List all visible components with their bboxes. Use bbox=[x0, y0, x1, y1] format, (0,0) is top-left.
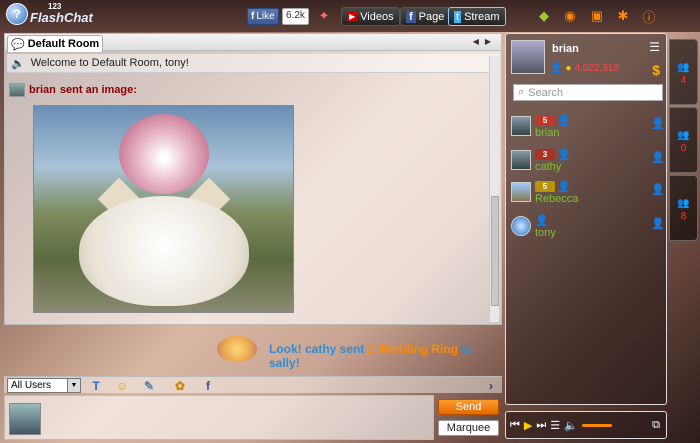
image-message-header: brian sent an image: bbox=[9, 83, 137, 97]
gear-icon[interactable]: ✱ bbox=[615, 8, 631, 24]
send-button[interactable]: Send bbox=[438, 399, 499, 415]
user-icon: 👤 bbox=[651, 218, 665, 230]
user-icon: 👤 bbox=[651, 118, 665, 130]
shared-image[interactable] bbox=[33, 105, 294, 313]
youtube-icon: ▶ bbox=[347, 12, 358, 21]
list-icon[interactable]: ☰ bbox=[649, 40, 660, 54]
text-format-icon[interactable]: T bbox=[88, 378, 104, 393]
list-item[interactable]: 3 👤 cathy 👤 bbox=[511, 148, 667, 176]
chat-panel: 💬 Default Room ◀▶ 🔈 Welcome to Default R… bbox=[4, 33, 502, 325]
facebook-icon: f bbox=[406, 10, 416, 23]
user-icon: 👤 bbox=[535, 214, 549, 227]
gift-icon[interactable]: ▣ bbox=[589, 8, 605, 24]
tab-rooms[interactable]: 👥 8 bbox=[669, 175, 698, 241]
chat-bubble-icon: 💬 bbox=[11, 38, 25, 51]
users-icon: 👥 bbox=[677, 62, 690, 73]
list-item[interactable]: 5 👤 brian 👤 bbox=[511, 114, 667, 142]
level-badge: 5 bbox=[535, 180, 555, 192]
chevron-down-icon[interactable]: ▼ bbox=[67, 379, 80, 392]
room-tab-bar: 💬 Default Room ◀▶ bbox=[5, 34, 501, 52]
tab-default-room[interactable]: 💬 Default Room bbox=[7, 35, 103, 52]
dollar-icon[interactable]: $ bbox=[652, 62, 660, 78]
logo-icon: ? bbox=[6, 3, 28, 25]
popout-icon[interactable]: ⧉ bbox=[652, 419, 660, 432]
message-input[interactable] bbox=[4, 395, 434, 440]
message-toolbar: All Users ▼ T ☺ ✎ ✿ f › bbox=[4, 376, 502, 393]
toolbar-arrow-icon[interactable]: › bbox=[483, 378, 499, 393]
side-tabs: 👥 4 👥 0 👥 8 bbox=[669, 33, 698, 243]
playlist-icon[interactable]: ☰ bbox=[550, 419, 560, 432]
list-item[interactable]: 5 👤 Rebecca 👤 bbox=[511, 180, 667, 208]
user-icon: 👤 bbox=[557, 148, 571, 161]
user-icon: 👤 bbox=[651, 184, 665, 196]
videos-button[interactable]: ▶ Videos bbox=[341, 7, 400, 26]
emoticon-icon[interactable]: ☺ bbox=[114, 378, 130, 393]
facebook-like-button[interactable]: f Like bbox=[247, 8, 279, 25]
user-panel: brian ☰ 👤 ● 4,022,319 $ ⌕ Search 5 👤 bri… bbox=[505, 33, 667, 405]
avatar[interactable] bbox=[511, 40, 545, 74]
search-icon: ⌕ bbox=[518, 86, 525, 98]
wedding-ring-icon bbox=[217, 336, 257, 362]
avatar bbox=[511, 216, 531, 236]
next-icon[interactable]: ⏭ bbox=[536, 419, 546, 432]
user-icon: 👤 bbox=[557, 180, 571, 193]
gift-announcement: Look! cathy sent 1 Wedding Ring to sally… bbox=[4, 331, 502, 371]
level-badge: 3 bbox=[535, 148, 555, 160]
webcam-icon[interactable]: ◉ bbox=[562, 8, 578, 24]
rose-figure bbox=[119, 114, 209, 194]
marquee-button[interactable]: Marquee bbox=[438, 420, 499, 436]
chat-scrollbar[interactable] bbox=[489, 56, 499, 322]
tab-scroll-arrows[interactable]: ◀▶ bbox=[473, 37, 497, 46]
my-stats: 👤 ● 4,022,319 bbox=[550, 63, 619, 74]
info-icon[interactable]: ⓘ bbox=[641, 8, 657, 25]
media-player: ⏮ ▶ ⏭ ☰ 🔈 ⧉ bbox=[505, 411, 667, 439]
paint-icon[interactable]: ✎ bbox=[141, 378, 157, 393]
android-icon[interactable]: ◆ bbox=[536, 8, 552, 24]
cat-figure bbox=[79, 196, 249, 306]
twitter-icon: t bbox=[454, 10, 462, 23]
gamepad-icon[interactable]: ✦ bbox=[316, 8, 332, 24]
user-icon: 👤 bbox=[550, 63, 563, 74]
scrollbar-thumb[interactable] bbox=[491, 196, 499, 306]
user-icon: 👤 bbox=[557, 114, 571, 127]
previous-icon[interactable]: ⏮ bbox=[510, 419, 520, 432]
apple-icon[interactable] bbox=[510, 8, 526, 24]
welcome-message: 🔈 Welcome to Default Room, tony! bbox=[7, 54, 499, 73]
logo-text: 123 FlashChat bbox=[30, 1, 93, 25]
top-bar: ? 123 FlashChat f Like 6.2k ✦ ▶ Videos f… bbox=[0, 0, 700, 32]
like-count: 6.2k bbox=[282, 8, 309, 25]
facebook-icon: f bbox=[251, 11, 255, 22]
rooms-icon: 👥 bbox=[677, 198, 690, 209]
avatar bbox=[511, 150, 531, 170]
avatar bbox=[9, 403, 41, 435]
avatar bbox=[511, 182, 531, 202]
friends-icon: 👥 bbox=[677, 130, 690, 141]
level-badge: 5 bbox=[535, 114, 555, 126]
page-button[interactable]: f Page bbox=[400, 7, 451, 26]
avatar bbox=[511, 116, 531, 136]
my-username: brian bbox=[552, 43, 579, 55]
stream-button[interactable]: t Stream bbox=[448, 7, 506, 26]
facebook-share-icon[interactable]: f bbox=[200, 378, 216, 393]
coin-icon: ● bbox=[565, 63, 572, 74]
user-icon: 👤 bbox=[651, 152, 665, 164]
volume-slider[interactable] bbox=[581, 423, 612, 427]
speaker-icon: 🔈 bbox=[11, 57, 25, 70]
volume-icon[interactable]: 🔈 bbox=[564, 419, 578, 432]
list-item[interactable]: 👤 tony 👤 bbox=[511, 214, 667, 242]
avatar bbox=[9, 83, 25, 97]
gift-send-icon[interactable]: ✿ bbox=[172, 378, 188, 393]
tab-users[interactable]: 👥 4 bbox=[669, 39, 698, 105]
tab-friends[interactable]: 👥 0 bbox=[669, 107, 698, 173]
search-input[interactable]: ⌕ Search bbox=[513, 84, 663, 101]
app-logo: ? 123 FlashChat bbox=[6, 1, 93, 25]
play-icon[interactable]: ▶ bbox=[524, 419, 532, 432]
recipient-select[interactable]: All Users ▼ bbox=[7, 378, 81, 393]
